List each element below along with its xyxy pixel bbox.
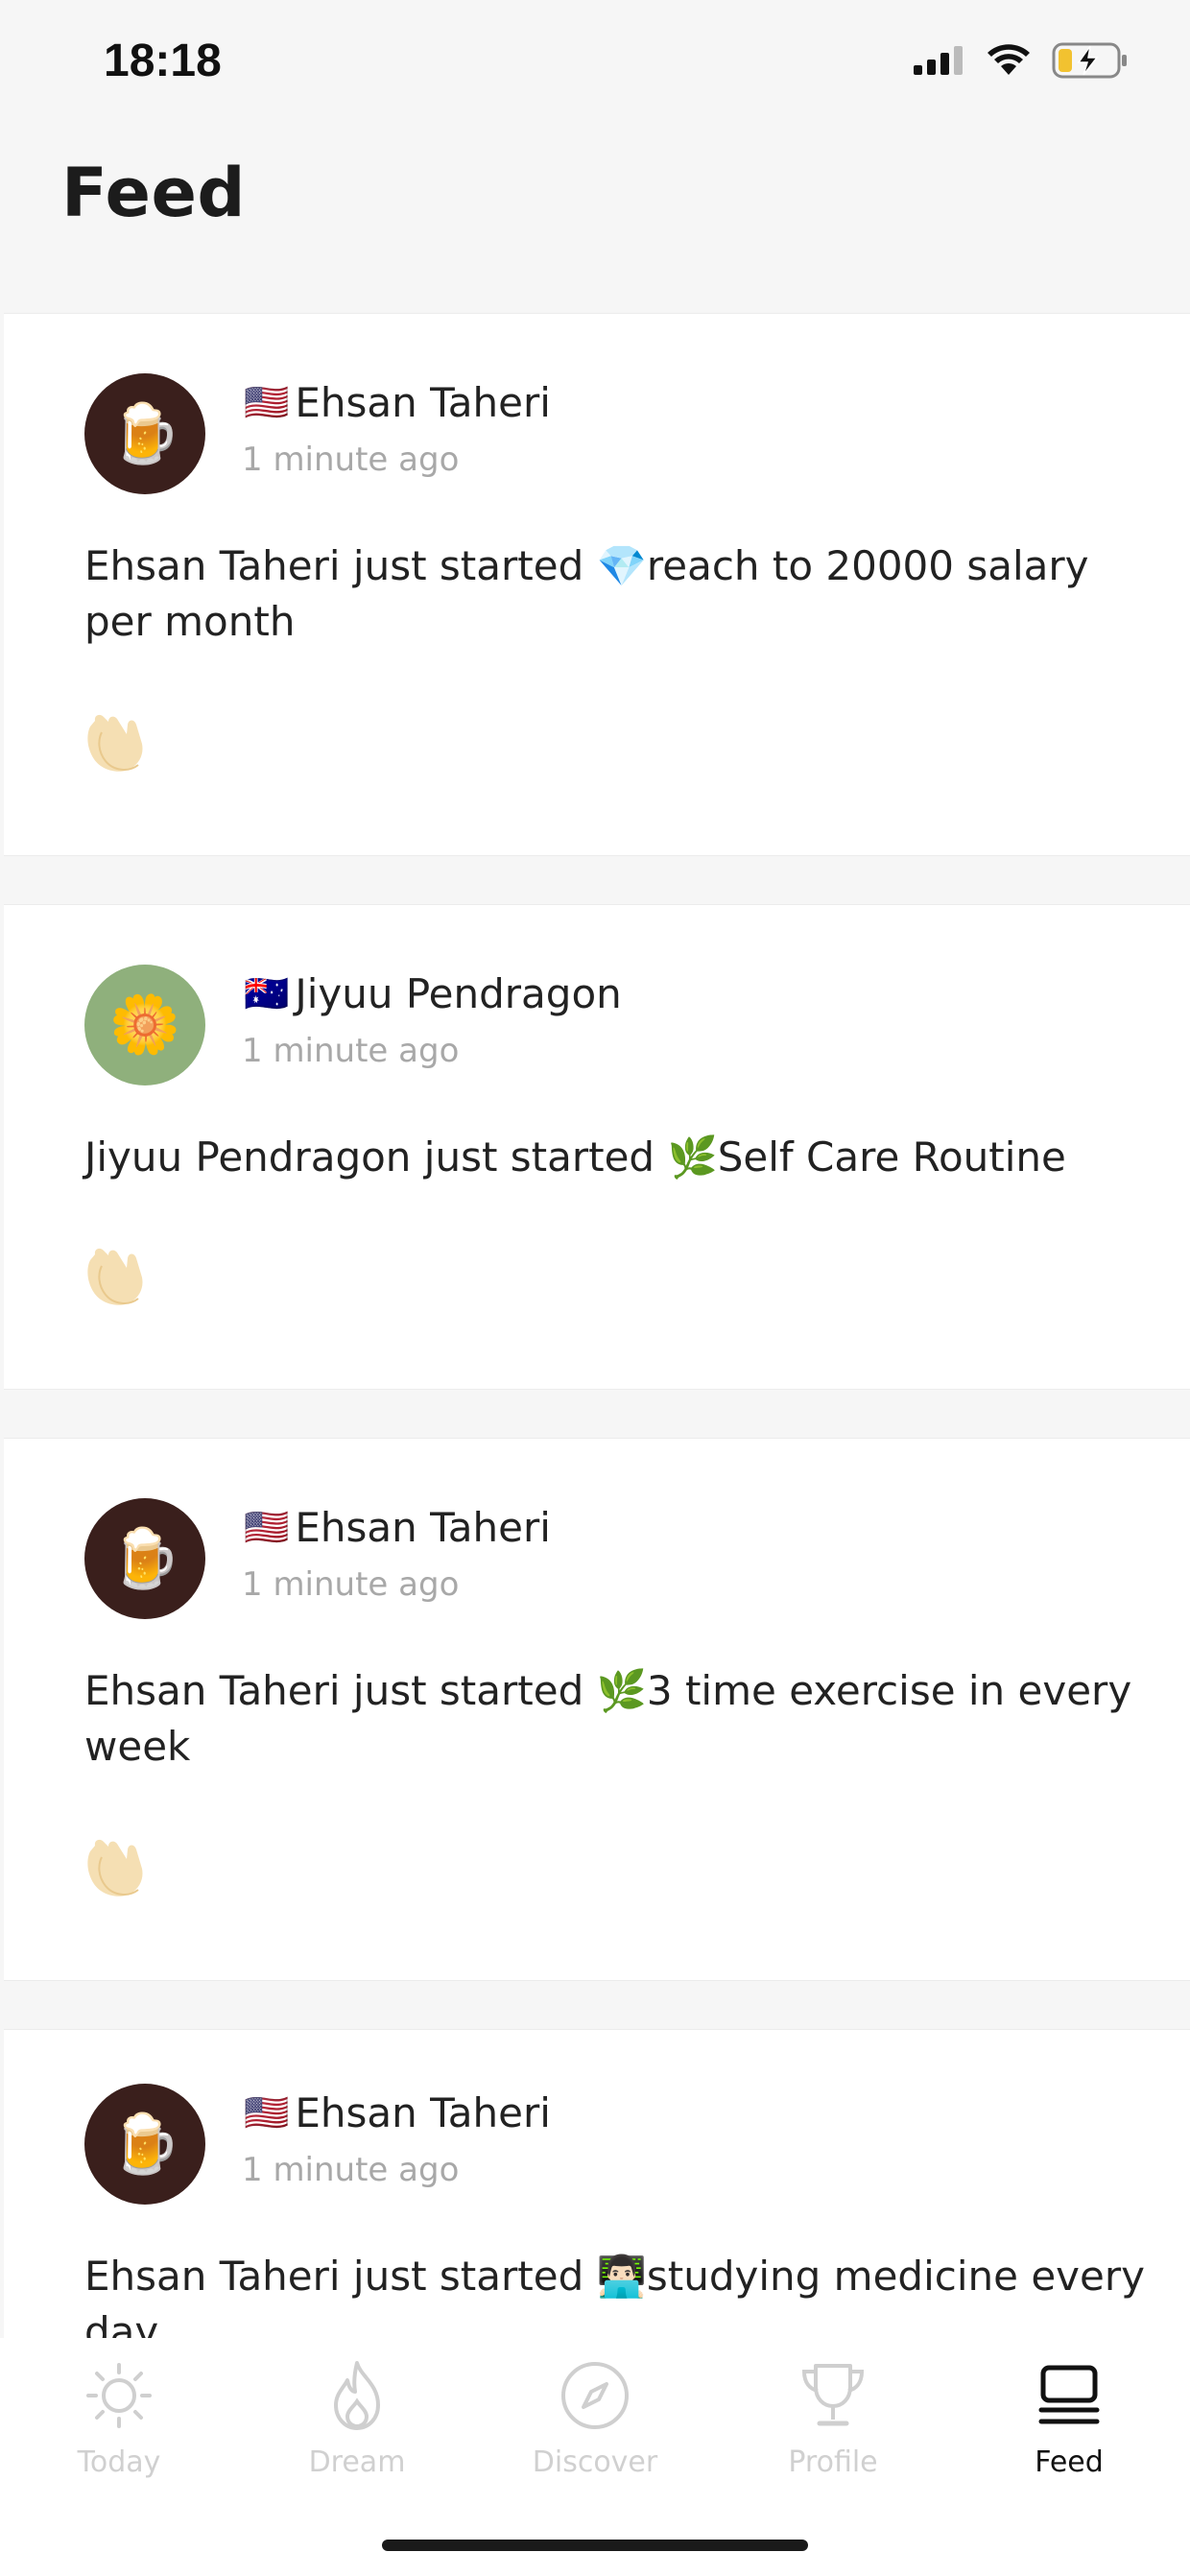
country-flag: 🇦🇺 — [244, 972, 290, 1014]
tab-label: Profile — [788, 2445, 878, 2479]
feed-post-card[interactable]: 🌼 🇦🇺 Jiyuu Pendragon 1 minute ago Jiyuu P… — [4, 904, 1190, 1390]
tab-dream[interactable]: Dream — [261, 2357, 453, 2492]
tab-label: Discover — [532, 2445, 658, 2479]
post-author[interactable]: 🇺🇸 Ehsan Taheri — [244, 379, 551, 426]
post-author[interactable]: 🇺🇸 Ehsan Taheri — [244, 2089, 551, 2136]
tab-discover[interactable]: Discover — [499, 2357, 691, 2492]
compass-icon — [557, 2357, 633, 2434]
tab-today[interactable]: Today — [23, 2357, 215, 2492]
goal-emoji: 🌿 — [596, 1667, 647, 1714]
author-name: Ehsan Taheri — [295, 379, 551, 426]
tab-profile[interactable]: Profile — [737, 2357, 929, 2492]
page-title: Feed — [61, 154, 247, 232]
battery-charging-icon — [1052, 42, 1129, 83]
post-text-prefix: Ehsan Taheri just started — [84, 1667, 597, 1714]
clapping-hands-icon — [81, 713, 152, 780]
status-bar: 18:18 — [0, 0, 1190, 134]
post-text-prefix: Ehsan Taheri just started — [84, 542, 597, 589]
avatar[interactable]: 🌼 — [84, 965, 205, 1085]
sun-icon — [81, 2357, 157, 2434]
goal-emoji: 💎 — [596, 542, 647, 589]
avatar[interactable]: 🍺 — [84, 1498, 205, 1619]
clapping-hands-icon — [81, 1838, 152, 1905]
post-timestamp: 1 minute ago — [242, 441, 460, 479]
tab-feed[interactable]: Feed — [973, 2357, 1165, 2492]
tab-label: Feed — [1035, 2445, 1104, 2479]
country-flag: 🇺🇸 — [244, 2091, 290, 2134]
goal-emoji: 👨🏻‍💻 — [596, 2253, 647, 2300]
feed-post-card[interactable]: 🍺 🇺🇸 Ehsan Taheri 1 minute ago Ehsan Tahe… — [4, 1438, 1190, 1981]
clap-reaction-button[interactable] — [81, 711, 152, 782]
post-text: Ehsan Taheri just started 💎reach to 2000… — [84, 538, 1150, 650]
post-text-prefix: Jiyuu Pendragon just started — [84, 1133, 668, 1181]
flame-icon — [319, 2357, 395, 2434]
country-flag: 🇺🇸 — [244, 381, 290, 423]
cellular-signal-icon — [914, 46, 965, 79]
feed-list[interactable]: 🍺 🇺🇸 Ehsan Taheri 1 minute ago Ehsan Tahe… — [0, 313, 1190, 2338]
goal-emoji: 🌿 — [667, 1133, 718, 1181]
post-text: Jiyuu Pendragon just started 🌿Self Care … — [84, 1130, 1150, 1185]
avatar[interactable]: 🍺 — [84, 2084, 205, 2205]
clap-reaction-button[interactable] — [81, 1245, 152, 1316]
author-name: Jiyuu Pendragon — [295, 970, 622, 1017]
post-timestamp: 1 minute ago — [242, 1032, 460, 1070]
tab-label: Dream — [308, 2445, 406, 2479]
avatar[interactable]: 🍺 — [84, 373, 205, 494]
post-text-prefix: Ehsan Taheri just started — [84, 2253, 597, 2300]
post-text: Ehsan Taheri just started 👨🏻‍💻studying m… — [84, 2249, 1150, 2338]
post-text: Ehsan Taheri just started 🌿3 time exerci… — [84, 1663, 1150, 1775]
trophy-icon — [795, 2357, 871, 2434]
wifi-icon — [987, 44, 1031, 81]
tab-label: Today — [77, 2445, 161, 2479]
post-author[interactable]: 🇺🇸 Ehsan Taheri — [244, 1504, 551, 1551]
status-icons — [914, 42, 1129, 83]
country-flag: 🇺🇸 — [244, 1506, 290, 1548]
feed-stack-icon — [1031, 2357, 1107, 2434]
author-name: Ehsan Taheri — [295, 1504, 551, 1551]
post-author[interactable]: 🇦🇺 Jiyuu Pendragon — [244, 970, 622, 1017]
feed-post-card[interactable]: 🍺 🇺🇸 Ehsan Taheri 1 minute ago Ehsan Tahe… — [4, 2029, 1190, 2338]
clap-reaction-button[interactable] — [81, 1836, 152, 1907]
post-timestamp: 1 minute ago — [242, 2151, 460, 2189]
feed-post-card[interactable]: 🍺 🇺🇸 Ehsan Taheri 1 minute ago Ehsan Tahe… — [4, 313, 1190, 856]
home-indicator[interactable] — [382, 2540, 808, 2551]
clapping-hands-icon — [81, 1247, 152, 1314]
post-timestamp: 1 minute ago — [242, 1565, 460, 1604]
goal-name[interactable]: Self Care Routine — [718, 1133, 1066, 1181]
status-time: 18:18 — [104, 36, 222, 86]
author-name: Ehsan Taheri — [295, 2089, 551, 2136]
